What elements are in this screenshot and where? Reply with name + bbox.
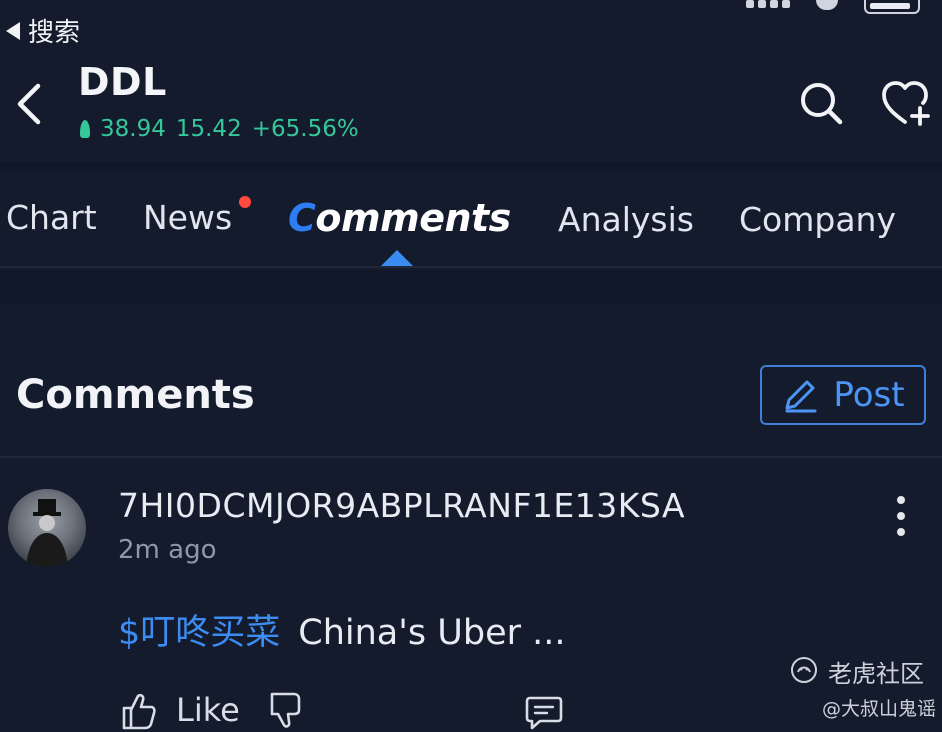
- comment-body[interactable]: $叮咚买菜 China's Uber ...: [118, 604, 566, 655]
- thumb-up-icon[interactable]: [120, 690, 156, 730]
- tab-divider: [0, 266, 942, 268]
- tab-chart[interactable]: Chart: [6, 198, 97, 237]
- section-gap: [0, 270, 942, 304]
- post-button[interactable]: Post: [760, 365, 926, 425]
- watermark-author: @大叔山鬼谣: [822, 698, 937, 720]
- signal-icon: [746, 0, 790, 8]
- back-triangle-icon: [6, 21, 20, 40]
- tab-company[interactable]: Company: [739, 200, 896, 239]
- watchlist-add-icon[interactable]: [880, 78, 932, 128]
- price-change-percent: +65.56%: [251, 116, 359, 142]
- avatar-image: [26, 499, 68, 567]
- search-icon[interactable]: [798, 80, 844, 126]
- like-label[interactable]: Like: [176, 691, 240, 729]
- battery-icon: [864, 0, 920, 14]
- tab-news[interactable]: News: [143, 198, 232, 237]
- tab-comments-initial: C: [288, 196, 316, 240]
- comments-divider: [0, 456, 942, 458]
- reply-icon[interactable]: [524, 692, 564, 732]
- stock-tag-link[interactable]: $叮咚买菜: [118, 613, 280, 653]
- more-icon[interactable]: [892, 496, 910, 536]
- tab-comments[interactable]: Comments: [288, 196, 511, 240]
- like-actions: Like: [120, 690, 302, 730]
- up-indicator-icon: [80, 120, 90, 138]
- comments-section-title: Comments: [16, 372, 255, 418]
- tab-analysis[interactable]: Analysis: [558, 200, 694, 239]
- price: 38.94: [100, 116, 166, 142]
- ticker-symbol: DDL: [78, 60, 167, 104]
- news-notification-dot: [239, 196, 251, 208]
- watermark-community: 老虎社区: [828, 660, 924, 688]
- comment-username[interactable]: 7HI0DCMJOR9ABPLRANF1E13KSA: [118, 486, 685, 525]
- back-app-label: 搜索: [28, 18, 81, 48]
- price-change: 15.42: [175, 116, 242, 142]
- post-button-label: Post: [833, 375, 905, 415]
- status-icons: [746, 0, 920, 14]
- tab-bar: Chart News Comments Analysis Company: [0, 190, 942, 252]
- back-arrow-icon[interactable]: [12, 82, 52, 126]
- wifi-icon: [816, 0, 838, 10]
- active-tab-indicator: [381, 250, 413, 266]
- comment-timestamp: 2m ago: [118, 535, 217, 565]
- tab-comments-rest: omments: [315, 196, 511, 240]
- pencil-icon: [785, 380, 817, 413]
- avatar[interactable]: [8, 489, 86, 567]
- thumb-down-icon[interactable]: [268, 690, 302, 730]
- header-separator: [0, 162, 942, 172]
- tiger-community-logo-icon: [791, 657, 817, 683]
- comment-text: China's Uber ...: [298, 613, 566, 653]
- back-to-app[interactable]: 搜索: [6, 12, 80, 49]
- price-quote: 38.94 15.42 +65.56%: [80, 116, 359, 142]
